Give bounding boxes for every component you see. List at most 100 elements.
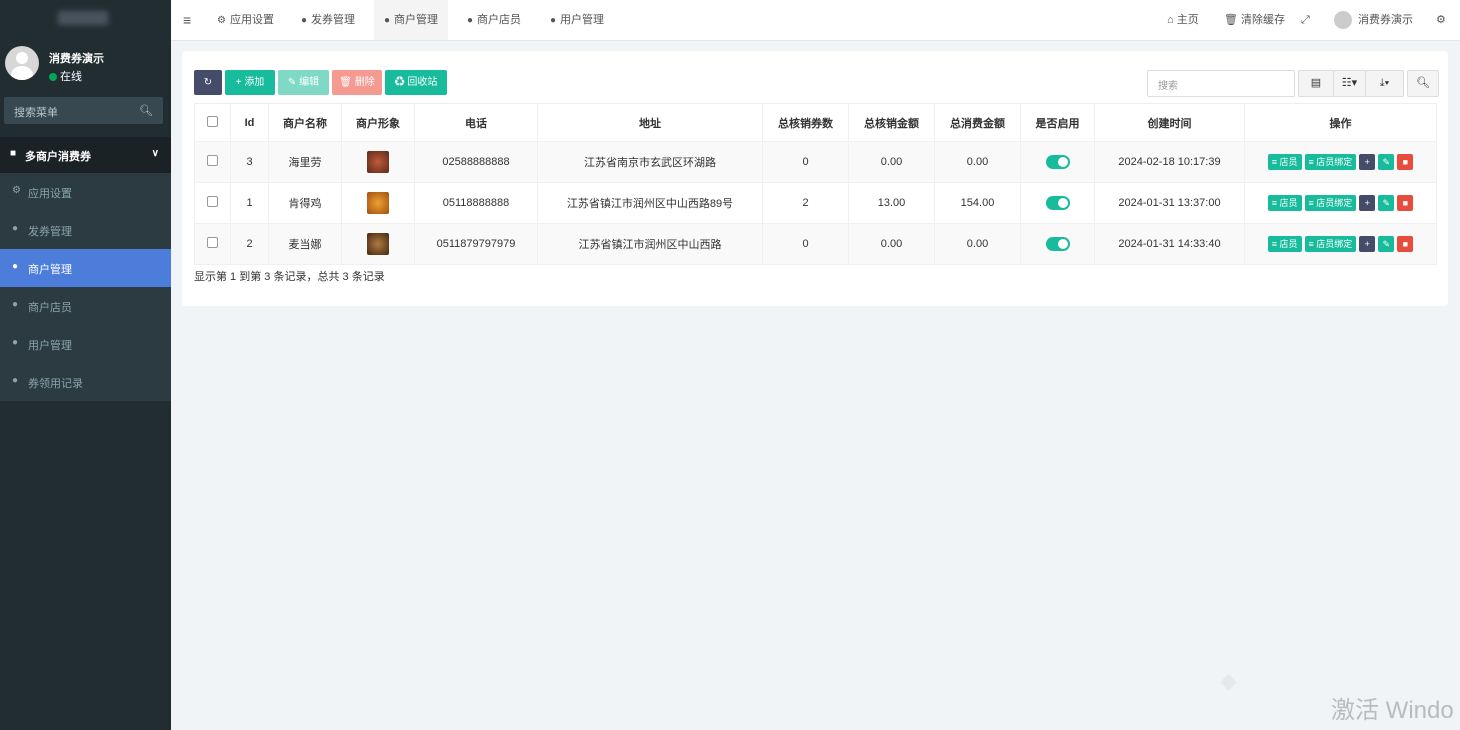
move-icon[interactable]: + [1359,236,1376,252]
row-select[interactable] [194,223,231,265]
checkbox[interactable] [207,196,218,207]
edit-button[interactable]: ✎ 编辑 [278,70,329,95]
sidebar-item-coupons[interactable]: ● 发券管理 [0,211,171,249]
column-header[interactable]: 商户形象 [341,103,415,142]
staff-button[interactable]: ≡ 店员 [1267,236,1302,252]
cell-image [341,141,415,183]
merchant-image[interactable] [367,192,389,214]
search-button[interactable]: 🔍︎ [1407,70,1439,97]
comment-icon: ● [12,375,19,386]
column-header[interactable]: 地址 [537,103,763,142]
move-icon[interactable]: + [1359,154,1376,170]
clear-cache-button[interactable]: 🗑︎ 清除缓存 [1224,0,1285,40]
recycle-bin-button[interactable]: ♻ 回收站 [385,70,447,95]
edit-icon[interactable]: ✎ [1378,195,1395,211]
columns-button[interactable]: ☷▾ [1333,70,1366,97]
merchant-image[interactable] [367,233,389,255]
enabled-toggle[interactable] [1045,196,1070,210]
tab-staff[interactable]: ● 商户店员 [457,0,531,40]
delete-icon[interactable]: ■ [1397,236,1414,252]
sidebar-search-input[interactable]: 搜索菜单 🔍︎ [4,97,163,124]
cell-name: 麦当娜 [268,223,342,265]
cell-image [341,223,415,265]
table-row: 1 肯得鸡 05118888888 江苏省镇江市润州区中山西路89号 2 13.… [194,182,1437,224]
staff-bind-button[interactable]: ≡ 店员绑定 [1304,154,1357,170]
edit-icon[interactable]: ✎ [1378,236,1395,252]
select-all-checkbox[interactable] [194,103,231,142]
checkbox[interactable] [207,115,218,127]
add-label: 添加 [244,77,265,88]
enabled-toggle[interactable] [1045,237,1070,251]
home-label: 主页 [1176,14,1199,26]
cell-created: 2024-01-31 14:33:40 [1094,223,1245,265]
move-icon[interactable]: + [1359,195,1376,211]
user-menu[interactable]: 消费券演示 [1334,0,1413,40]
column-header[interactable]: 是否启用 [1020,103,1095,142]
search-placeholder: 搜索 [1158,81,1178,92]
checkbox[interactable] [207,155,218,166]
menu-toggle-icon[interactable]: ≡ [183,12,191,28]
column-header[interactable]: 总核销券数 [762,103,849,142]
export-button[interactable]: ⤓▾ [1365,70,1404,97]
cell-coupons: 2 [762,182,849,224]
clear-cache-label: 清除缓存 [1241,14,1286,26]
cell-phone: 0511879797979 [414,223,538,265]
staff-bind-button[interactable]: ≡ 店员绑定 [1304,195,1357,211]
recycle-label: 回收站 [407,77,438,88]
sidebar-item-app-settings[interactable]: ⚙ 应用设置 [0,173,171,211]
staff-button[interactable]: ≡ 店员 [1267,154,1302,170]
cell-id: 1 [230,182,269,224]
plus-icon: + [235,77,242,88]
sidebar: 消费券演示 在线 搜索菜单 🔍︎ ■ 多商户消费券 ∨ ⚙ 应用设置 ● 发券管理 … [0,0,171,730]
checkbox[interactable] [207,237,218,248]
tab-users[interactable]: ● 用户管理 [540,0,614,40]
refresh-button[interactable]: ↻ [194,70,222,95]
search-icon[interactable]: 🔍︎ [139,104,153,117]
table-search-input[interactable]: 搜索 [1147,70,1295,97]
row-select[interactable] [194,141,231,183]
sidebar-menu: ⚙ 应用设置 ● 发券管理 ● 商户管理 ● 商户店员 ● 用户管理 ● 券领用记录 [0,173,171,401]
column-header[interactable]: 创建时间 [1094,103,1245,142]
tab-merchants[interactable]: ● 商户管理 [374,0,449,40]
enabled-toggle[interactable] [1045,155,1070,169]
column-header[interactable]: 商户名称 [268,103,342,142]
sidebar-item-users[interactable]: ● 用户管理 [0,325,171,363]
sidebar-item-label: 商户管理 [28,264,72,276]
sidebar-item-label: 商户店员 [28,302,72,314]
tab-coupons[interactable]: ● 发券管理 [291,0,365,40]
column-header[interactable]: 总消费金额 [934,103,1021,142]
fullscreen-icon[interactable]: ⤢ [1301,0,1310,40]
sidebar-item-staff[interactable]: ● 商户店员 [0,287,171,325]
settings-gears-icon[interactable]: ⚙ [1436,0,1446,40]
book-icon: ■ [10,148,17,159]
staff-bind-button[interactable]: ≡ 店员绑定 [1304,236,1357,252]
column-header[interactable]: 总核销金额 [848,103,935,142]
cell-consume: 154.00 [934,182,1021,224]
sidebar-item-merchants[interactable]: ● 商户管理 [0,249,171,287]
sidebar-section-header[interactable]: ■ 多商户消费券 ∨ [0,137,171,173]
comment-icon: ● [550,15,557,26]
delete-icon[interactable]: ■ [1397,154,1414,170]
cell-address: 江苏省镇江市润州区中山西路 [537,223,763,265]
delete-icon[interactable]: ■ [1397,195,1414,211]
merchant-image[interactable] [367,151,389,173]
sidebar-item-coupon-records[interactable]: ● 券领用记录 [0,363,171,401]
pagination-summary: 显示第 1 到第 3 条记录，总共 3 条记录 [194,271,385,283]
toggle-view-button[interactable]: ▤ [1298,70,1334,97]
edit-icon[interactable]: ✎ [1378,154,1395,170]
add-button[interactable]: + 添加 [225,70,275,95]
table-header-row: Id 商户名称 商户形象 电话 地址 总核销券数 总核销金额 总消费金额 是否启… [194,103,1437,142]
column-header[interactable]: 电话 [414,103,538,142]
column-header[interactable]: Id [230,103,269,142]
staff-button[interactable]: ≡ 店员 [1267,195,1302,211]
edit-label: 编辑 [299,77,320,88]
delete-button[interactable]: 🗑︎ 删除 [332,70,382,95]
op-label: 店员 [1279,157,1298,167]
row-select[interactable] [194,182,231,224]
export-icon: ⤓▾ [1379,77,1390,89]
cell-phone: 05118888888 [414,182,538,224]
table-row: 3 海里劳 02588888888 江苏省南京市玄武区环湖路 0 0.00 0.… [194,141,1437,183]
home-link[interactable]: ⌂ 主页 [1167,0,1199,40]
cell-created: 2024-01-31 13:37:00 [1094,182,1245,224]
tab-app-settings[interactable]: ⚙ 应用设置 [207,0,284,40]
